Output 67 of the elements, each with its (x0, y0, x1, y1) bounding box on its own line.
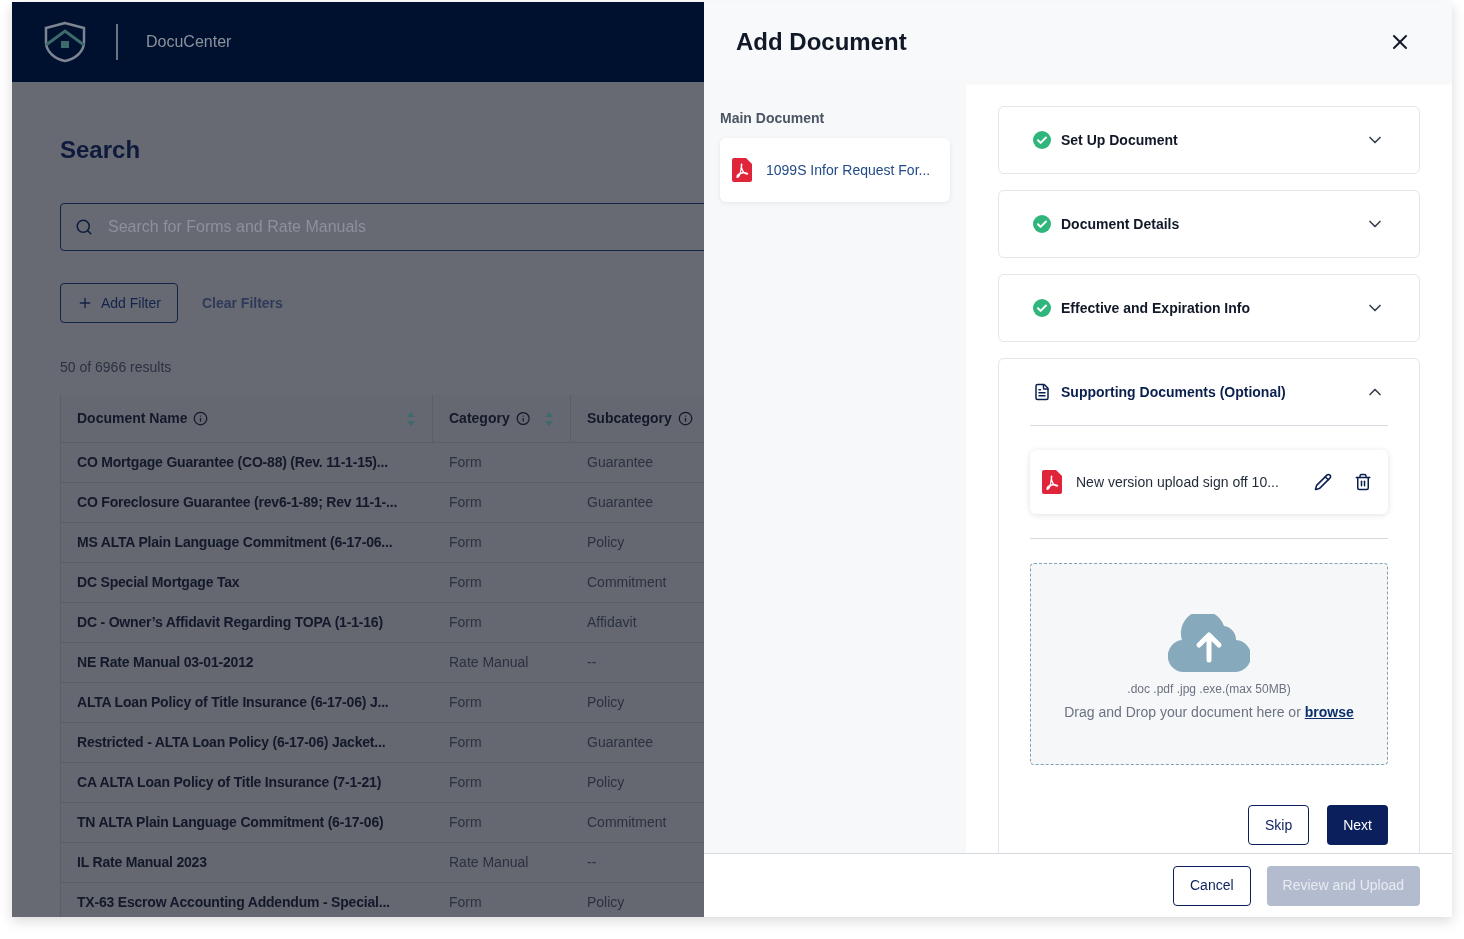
table-cell-text: DC - Owner’s Affidavit Regarding TOPA (1-1-16) (77, 613, 383, 632)
table-cell-text: TN ALTA Plain Language Commitment (6-17-06) (77, 813, 384, 832)
file-name: New version upload sign off 10... (1076, 472, 1280, 492)
table-cell-text: Commitment (587, 573, 667, 592)
column-header: Category (449, 409, 510, 428)
pdf-file-icon (732, 158, 752, 182)
table-cell-text: Policy (587, 533, 625, 552)
table-cell-text: DC Special Mortgage Tax (77, 573, 240, 592)
plus-icon (77, 295, 93, 311)
cloud-upload-icon (1168, 613, 1250, 672)
table-cell-text: Affidavit (587, 613, 637, 632)
browse-link[interactable]: browse (1304, 703, 1354, 720)
table-cell-text: Form (449, 733, 482, 752)
app-name: DocuCenter (146, 32, 232, 52)
table-cell-text: Policy (587, 693, 625, 712)
table-cell-text: Commitment (587, 813, 667, 832)
column-header: Subcategory (587, 409, 672, 428)
info-icon[interactable] (193, 411, 209, 426)
step-button[interactable]: Next (1327, 805, 1388, 845)
table-cell-text: Form (449, 813, 482, 832)
table-cell-text: Form (449, 533, 482, 552)
step-header[interactable]: Document Details (999, 191, 1419, 257)
shield-house-logo-icon (42, 21, 88, 63)
info-icon[interactable] (515, 411, 530, 426)
table-cell-text: -- (587, 853, 597, 872)
table-cell-text: Policy (587, 773, 625, 792)
table-cell-text: Form (449, 493, 482, 512)
table-cell-text: Form (449, 693, 482, 712)
main-file-card[interactable]: 1099S Infor Request For... (720, 138, 950, 202)
step-header[interactable]: Supporting Documents (Optional) (999, 359, 1419, 425)
dropzone-text: Drag and Drop your document here or browse (1064, 702, 1354, 722)
column-header: Document Name (77, 409, 188, 428)
drawer-title: Add Document (736, 27, 907, 57)
table-cell-text: NE Rate Manual 03-01-2012 (77, 653, 254, 672)
search-icon (75, 218, 93, 236)
table-cell-text: ALTA Loan Policy of Title Insurance (6-17-06) J... (77, 693, 389, 712)
table-cell-text: Form (449, 613, 482, 632)
table-cell-text: TX-63 Escrow Accounting Addendum - Special... (77, 893, 390, 912)
main-file-name: 1099S Infor Request For... (766, 160, 931, 180)
table-cell-text: -- (587, 653, 597, 672)
format-hint: .doc .pdf .jpg .exe.(max 50MB) (1127, 680, 1291, 698)
table-cell-text: Guarantee (587, 493, 654, 512)
table-cell-text: Policy (587, 893, 625, 912)
table-cell-text: Rate Manual (449, 853, 529, 872)
table-cell-text: MS ALTA Plain Language Commitment (6-17-06... (77, 533, 393, 552)
table-cell-text: CO Foreclosure Guarantee (rev6-1-89; Rev 11-1-... (77, 493, 398, 512)
table-cell-text: Guarantee (587, 733, 654, 752)
info-icon[interactable] (677, 411, 693, 426)
table-cell-text: Restricted - ALTA Loan Policy (6-17-06) Jacket... (77, 733, 386, 752)
step-header[interactable]: Set Up Document (999, 107, 1419, 173)
table-cell-text: Form (449, 453, 482, 472)
step-button[interactable]: Skip (1247, 805, 1310, 845)
page-title: Search (60, 135, 142, 165)
table-cell-text: Form (449, 573, 482, 592)
section-label: Main Document (720, 109, 826, 128)
table-cell-text: Rate Manual (449, 653, 529, 672)
results-count: 50 of 6966 results (60, 358, 173, 377)
table-cell-text: Form (449, 893, 482, 912)
table-cell-text: CO Mortgage Guarantee (CO-88) (Rev. 11-1-15)... (77, 453, 388, 472)
pdf-file-icon (1042, 470, 1062, 494)
footer-button[interactable]: Cancel (1173, 865, 1251, 906)
table-cell-text: IL Rate Manual 2023 (77, 853, 207, 872)
table-cell-text: CA ALTA Loan Policy of Title Insurance (7-1-21) (77, 773, 382, 792)
table-cell-text: Form (449, 773, 482, 792)
step-header[interactable]: Effective and Expiration Info (999, 275, 1419, 341)
table-cell-text: Guarantee (587, 453, 654, 472)
dropzone[interactable]: .doc .pdf .jpg .exe.(max 50MB) Drag and Drop your document here or browse (1030, 563, 1388, 765)
